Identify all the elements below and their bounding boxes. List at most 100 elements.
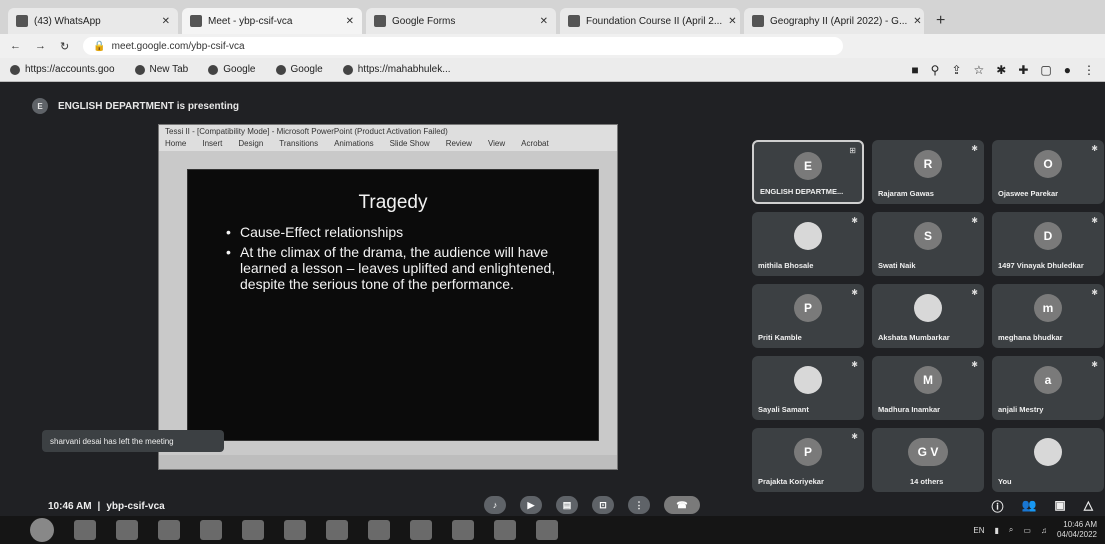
profile-avatar[interactable]: ● [1064, 63, 1071, 77]
app-taskbar-icon[interactable] [284, 520, 306, 540]
start-button[interactable] [30, 518, 54, 542]
app-taskbar-icon[interactable] [326, 520, 348, 540]
app-taskbar-icon[interactable] [242, 520, 264, 540]
system-clock[interactable]: 10:46 AM 04/04/2022 [1057, 520, 1097, 540]
pin-icon[interactable]: ✚ [1018, 63, 1028, 77]
participant-tile[interactable]: P ✱ Priti Kamble [752, 284, 864, 348]
language-indicator[interactable]: EN [973, 526, 984, 535]
participant-tile[interactable]: E ⊞ ENGLISH DEPARTME... [752, 140, 864, 204]
participant-name: anjali Mestry [998, 405, 1044, 414]
close-icon[interactable]: ✕ [540, 16, 548, 27]
participant-tile[interactable]: S ✱ Swati Naik [872, 212, 984, 276]
word-taskbar-icon[interactable] [368, 520, 390, 540]
tab-foundation-course[interactable]: Foundation Course II (April 2... ✕ [560, 8, 740, 34]
info-icon[interactable]: ⓘ [991, 498, 1003, 515]
battery-icon[interactable]: ▭ [1023, 526, 1031, 535]
network-icon[interactable]: ⌕ [1009, 525, 1013, 535]
captions-button[interactable]: ▤ [556, 496, 578, 514]
search-icon[interactable]: ⚲ [931, 63, 940, 77]
mic-button[interactable]: ♪ [484, 496, 506, 514]
chat-icon[interactable]: ▣ [1054, 498, 1065, 515]
tab-label: Google Forms [392, 15, 456, 27]
left-meeting-toast: sharvani desai has left the meeting [42, 430, 224, 452]
chrome-taskbar-icon[interactable] [494, 520, 516, 540]
avatar: M [914, 366, 942, 394]
bookmark-item[interactable]: https://accounts.goo [10, 64, 115, 75]
app-taskbar-icon[interactable] [410, 520, 432, 540]
bookmark-item[interactable]: Google [208, 64, 256, 75]
participant-tile[interactable]: a ✱ anjali Mestry [992, 356, 1104, 420]
window-icon[interactable]: ▢ [1040, 63, 1051, 77]
tab-geography[interactable]: Geography II (April 2022) - G... ✕ [744, 8, 924, 34]
avatar: R [914, 150, 942, 178]
menu-icon[interactable]: ⋮ [1083, 63, 1095, 77]
others-tile[interactable]: G V 14 others [872, 428, 984, 492]
participant-tile[interactable]: ✱ Sayali Samant [752, 356, 864, 420]
powerpoint-taskbar-icon[interactable] [452, 520, 474, 540]
bookmark-item[interactable]: Google [275, 64, 323, 75]
folder-taskbar-icon[interactable] [200, 520, 222, 540]
tab-label: Geography II (April 2022) - G... [770, 15, 908, 27]
forward-icon[interactable]: → [35, 40, 46, 52]
media-taskbar-icon[interactable] [116, 520, 138, 540]
word-taskbar-icon[interactable] [158, 520, 180, 540]
participant-tile[interactable]: ✱ mithila Bhosale [752, 212, 864, 276]
participant-tile[interactable]: ✱ Akshata Mumbarkar [872, 284, 984, 348]
whatsapp-icon [16, 15, 28, 27]
close-icon[interactable]: ✕ [346, 16, 354, 27]
camera-icon[interactable]: ■ [911, 63, 918, 77]
participant-tile[interactable]: R ✱ Rajaram Gawas [872, 140, 984, 204]
url-field[interactable]: 🔒 meet.google.com/ybp-csif-vca [83, 37, 844, 55]
camera-button[interactable]: ▶ [520, 496, 542, 514]
tab-meet[interactable]: Meet - ybp-csif-vca ✕ [182, 8, 362, 34]
present-button[interactable]: ⊡ [592, 496, 614, 514]
participant-tile[interactable]: m ✱ meghana bhudkar [992, 284, 1104, 348]
avatar-photo [914, 294, 942, 322]
extension-icon[interactable]: ✱ [996, 63, 1006, 77]
menu-item: Insert [202, 139, 223, 148]
avatar-photo [794, 366, 822, 394]
activities-icon[interactable]: △ [1084, 498, 1093, 515]
self-tile[interactable]: You [992, 428, 1104, 492]
menu-item: Design [238, 139, 264, 148]
participant-tile[interactable]: M ✱ Madhura Inamkar [872, 356, 984, 420]
avatar: a [1034, 366, 1062, 394]
people-icon[interactable]: 👥 [1021, 498, 1036, 515]
participant-tile[interactable]: D ✱ 1497 Vinayak Dhuledkar [992, 212, 1104, 276]
pin-icon[interactable]: ⊞ [849, 146, 856, 155]
signal-icon[interactable]: ▮ [995, 526, 999, 535]
mic-icon: ♪ [492, 500, 498, 510]
tab-whatsapp[interactable]: (43) WhatsApp ✕ [8, 8, 178, 34]
mic-off-icon: ✱ [971, 216, 978, 225]
back-icon[interactable]: ← [10, 40, 21, 52]
reload-icon[interactable]: ↻ [60, 40, 69, 53]
avatar: S [914, 222, 942, 250]
volume-icon[interactable]: ♫ [1041, 526, 1047, 535]
presenting-banner: E ENGLISH DEPARTMENT is presenting [32, 98, 239, 114]
new-tab-button[interactable]: + [928, 12, 953, 30]
mic-off-icon: ✱ [971, 288, 978, 297]
participant-tile[interactable]: P ✱ Prajakta Koriyekar [752, 428, 864, 492]
close-icon[interactable]: ✕ [162, 16, 170, 27]
bookmark-item[interactable]: New Tab [134, 64, 188, 75]
presenter-avatar-icon: E [32, 98, 48, 114]
participant-name: Rajaram Gawas [878, 189, 934, 198]
camera-icon: ▶ [527, 499, 535, 510]
more-options-button[interactable]: ⋮ [628, 496, 650, 514]
mic-off-icon: ✱ [971, 360, 978, 369]
app-taskbar-icon[interactable] [536, 520, 558, 540]
participant-tile[interactable]: O ✱ Ojaswee Parekar [992, 140, 1104, 204]
close-icon[interactable]: ✕ [913, 16, 921, 27]
bookmark-item[interactable]: https://mahabhulek... [342, 64, 451, 75]
leave-call-button[interactable]: ☎ [664, 496, 700, 514]
browser-taskbar-icon[interactable] [74, 520, 96, 540]
close-icon[interactable]: ✕ [728, 16, 736, 27]
menu-item: View [487, 139, 506, 148]
tab-google-forms[interactable]: Google Forms ✕ [366, 8, 556, 34]
slide-bullet: Cause-Effect relationships [226, 224, 566, 240]
share-icon[interactable]: ⇪ [951, 63, 961, 77]
powerpoint-status-bar [159, 455, 617, 469]
star-icon[interactable]: ☆ [974, 63, 985, 77]
tab-label: (43) WhatsApp [34, 15, 101, 27]
bookmark-icon [134, 64, 145, 75]
